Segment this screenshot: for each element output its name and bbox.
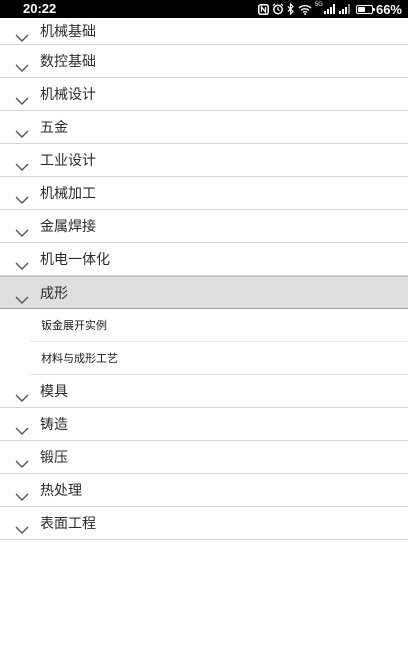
status-bar: 20:22 5G 66% bbox=[0, 0, 408, 18]
category-label: 机械设计 bbox=[40, 87, 96, 103]
chevron-down-icon bbox=[15, 387, 29, 402]
chevron-down-icon bbox=[15, 255, 29, 270]
category-item[interactable]: 机械设计 bbox=[0, 78, 408, 111]
bluetooth-icon bbox=[287, 3, 295, 15]
chevron-down-icon bbox=[15, 27, 29, 42]
category-item[interactable]: 表面工程 bbox=[0, 507, 408, 540]
category-item[interactable]: 模具 bbox=[0, 375, 408, 408]
category-label: 数控基础 bbox=[40, 54, 96, 70]
subcategory-label: 材料与成形工艺 bbox=[41, 352, 118, 365]
chevron-down-icon bbox=[15, 486, 29, 501]
category-item[interactable]: 铸造 bbox=[0, 408, 408, 441]
category-item[interactable]: 成形 bbox=[0, 276, 408, 309]
category-label: 工业设计 bbox=[40, 153, 96, 169]
category-label: 五金 bbox=[40, 120, 68, 136]
subcategory-item[interactable]: 材料与成形工艺 bbox=[30, 342, 408, 375]
signal-icon bbox=[323, 4, 336, 14]
category-label: 成形 bbox=[40, 285, 68, 302]
category-menu: 机械基础数控基础机械设计五金工业设计机械加工金属焊接机电一体化成形钣金展开实例材… bbox=[0, 18, 408, 540]
category-item[interactable]: 机械加工 bbox=[0, 177, 408, 210]
chevron-down-icon bbox=[15, 519, 29, 534]
category-label: 锻压 bbox=[40, 450, 68, 466]
category-label: 机电一体化 bbox=[40, 252, 110, 268]
network-label: 5G bbox=[314, 2, 323, 8]
status-time: 20:22 bbox=[23, 1, 57, 16]
category-item[interactable]: 机械基础 bbox=[0, 18, 408, 45]
category-item[interactable]: 金属焊接 bbox=[0, 210, 408, 243]
category-label: 机械基础 bbox=[40, 24, 96, 40]
chevron-down-icon bbox=[15, 420, 29, 435]
category-label: 表面工程 bbox=[40, 516, 96, 532]
status-icons: 5G 66% bbox=[257, 0, 402, 18]
category-label: 机械加工 bbox=[40, 186, 96, 202]
category-item[interactable]: 数控基础 bbox=[0, 45, 408, 78]
chevron-down-icon bbox=[15, 123, 29, 138]
chevron-down-icon bbox=[15, 57, 29, 72]
alarm-icon bbox=[272, 3, 284, 15]
category-item[interactable]: 工业设计 bbox=[0, 144, 408, 177]
battery-level bbox=[357, 6, 365, 12]
category-label: 热处理 bbox=[40, 483, 82, 499]
category-label: 铸造 bbox=[40, 417, 68, 433]
category-label: 模具 bbox=[40, 384, 68, 400]
category-label: 金属焊接 bbox=[40, 219, 96, 235]
category-item[interactable]: 机电一体化 bbox=[0, 243, 408, 276]
chevron-down-icon bbox=[15, 156, 29, 171]
chevron-down-icon bbox=[15, 453, 29, 468]
wifi-icon bbox=[298, 4, 312, 15]
category-item[interactable]: 锻压 bbox=[0, 441, 408, 474]
category-item[interactable]: 五金 bbox=[0, 111, 408, 144]
chevron-down-icon bbox=[15, 90, 29, 105]
signal-icon-2 bbox=[338, 4, 351, 14]
subcategory-item[interactable]: 钣金展开实例 bbox=[30, 309, 408, 342]
chevron-down-icon bbox=[15, 289, 29, 304]
chevron-down-icon bbox=[15, 189, 29, 204]
chevron-down-icon bbox=[15, 222, 29, 237]
battery-percent: 66% bbox=[375, 1, 402, 17]
subcategory-label: 钣金展开实例 bbox=[41, 319, 107, 332]
battery-icon bbox=[355, 4, 376, 14]
category-item[interactable]: 热处理 bbox=[0, 474, 408, 507]
nfc-icon bbox=[257, 3, 269, 15]
